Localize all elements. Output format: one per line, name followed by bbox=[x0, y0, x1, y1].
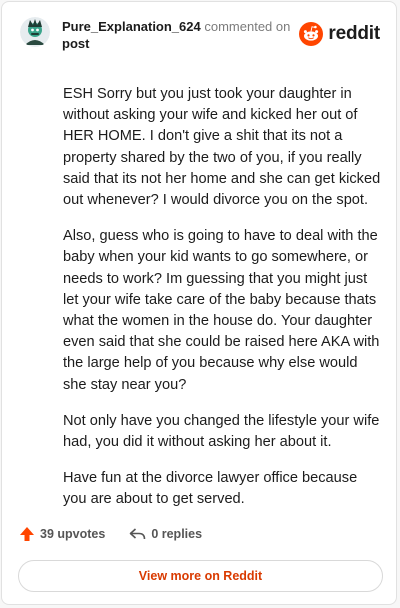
comment-paragraph: Not only have you changed the lifestyle … bbox=[63, 412, 380, 451]
upvote-count: 39 upvotes bbox=[40, 527, 106, 541]
comment-paragraph: Also, guess who is going to have to deal… bbox=[63, 228, 380, 393]
reply-button[interactable]: 0 replies bbox=[129, 527, 202, 541]
comment-paragraph: ESH Sorry but you just took your daughte… bbox=[63, 86, 381, 209]
reddit-logo[interactable]: reddit bbox=[299, 22, 380, 46]
avatar-image bbox=[20, 17, 50, 47]
brand-wordmark: reddit bbox=[328, 23, 380, 44]
reddit-icon bbox=[299, 22, 324, 46]
comment-header: Pure_Explanation_624 commented on post bbox=[62, 18, 302, 52]
post-link[interactable]: post bbox=[62, 36, 89, 51]
action-text: commented on bbox=[204, 19, 291, 34]
comment-card: Pure_Explanation_624 commented on post r… bbox=[1, 1, 397, 605]
comment-body: ESH Sorry but you just took your daughte… bbox=[63, 84, 383, 526]
avatar[interactable] bbox=[20, 17, 50, 47]
reply-count: 0 replies bbox=[151, 527, 203, 541]
comment-paragraph: Have fun at the divorce lawyer office be… bbox=[63, 470, 358, 508]
view-more-button[interactable]: View more on Reddit bbox=[18, 560, 383, 592]
comment-actions: 39 upvotes 0 replies bbox=[19, 526, 226, 542]
upvote-button[interactable]: 39 upvotes bbox=[19, 526, 105, 542]
reply-arrow-icon bbox=[130, 528, 146, 540]
username-link[interactable]: Pure_Explanation_624 bbox=[62, 19, 201, 34]
upvote-arrow-icon bbox=[20, 527, 34, 541]
